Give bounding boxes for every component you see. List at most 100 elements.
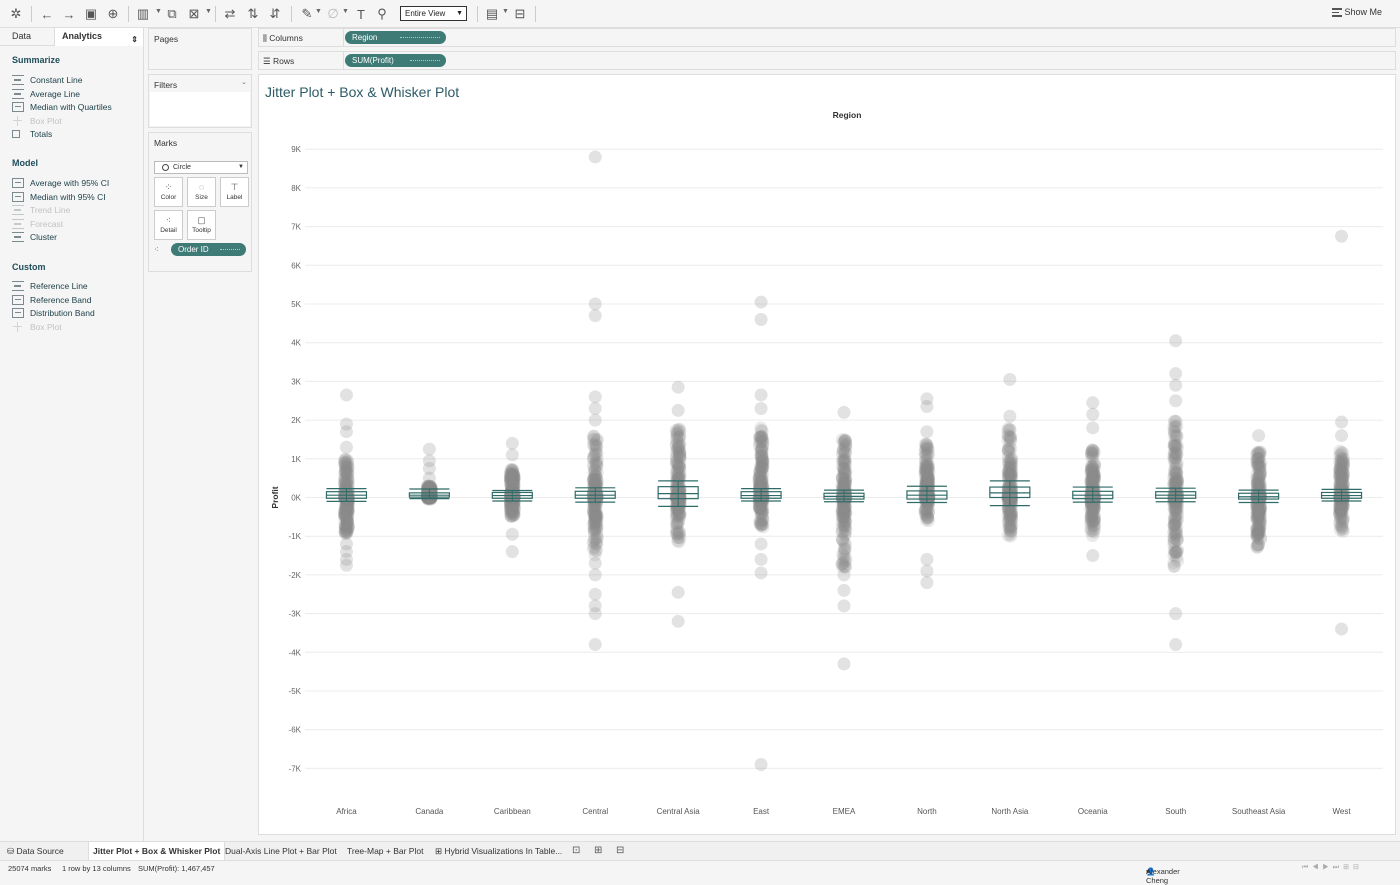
data-point[interactable] xyxy=(339,558,353,572)
data-point[interactable] xyxy=(836,448,850,462)
show-me-button[interactable]: Show Me xyxy=(1344,7,1382,17)
swap-icon[interactable]: ⇄ xyxy=(220,4,240,24)
analytics-item[interactable]: Constant Line xyxy=(12,74,82,86)
data-point[interactable] xyxy=(1005,454,1019,468)
tooltip-button[interactable]: ▢ Tooltip xyxy=(187,210,216,240)
redo-icon[interactable]: → xyxy=(59,4,79,24)
data-point[interactable] xyxy=(1169,378,1183,392)
data-point[interactable] xyxy=(1086,421,1100,435)
data-point[interactable] xyxy=(589,536,603,550)
data-point[interactable] xyxy=(1003,372,1017,386)
data-point[interactable] xyxy=(837,599,851,613)
sheet-tab[interactable]: Jitter Plot + Box & Whisker Plot xyxy=(88,842,226,861)
pages-card[interactable]: Pages xyxy=(148,28,252,70)
data-point[interactable] xyxy=(837,405,851,419)
data-point[interactable] xyxy=(1001,442,1015,456)
data-point[interactable] xyxy=(838,528,852,542)
data-point[interactable] xyxy=(920,440,934,454)
data-point[interactable] xyxy=(588,568,602,582)
data-point[interactable] xyxy=(836,501,850,515)
data-point[interactable] xyxy=(1169,447,1183,461)
series-east[interactable] xyxy=(752,295,770,772)
data-point[interactable] xyxy=(340,512,354,526)
data-point[interactable] xyxy=(588,587,602,601)
filters-drop-area[interactable] xyxy=(150,92,250,126)
data-point[interactable] xyxy=(671,515,685,529)
series-oceania[interactable] xyxy=(1084,396,1102,563)
data-point[interactable] xyxy=(587,504,601,518)
color-button[interactable]: ⁘ Color xyxy=(154,177,183,207)
data-point[interactable] xyxy=(338,456,352,470)
order-id-pill[interactable]: Order ID xyxy=(171,243,246,256)
viz-canvas[interactable]: Region 9K 8K 7K 6K 5K 4K 3K 2K 1K 0K -1K -2K -3K -4K -5… xyxy=(258,74,1396,835)
show-labels-icon[interactable]: T xyxy=(351,4,371,24)
rows-shelf[interactable]: ☰ Rows SUM(Profit) xyxy=(258,51,1396,70)
data-point[interactable] xyxy=(1004,508,1018,522)
data-point[interactable] xyxy=(671,380,685,394)
data-point[interactable] xyxy=(755,456,769,470)
analytics-item[interactable]: Totals xyxy=(12,128,52,140)
pin-icon[interactable]: ⚲ xyxy=(372,4,392,24)
label-button[interactable]: ⊤ Label xyxy=(220,177,249,207)
data-point[interactable] xyxy=(1335,429,1349,443)
duplicate-sheet-icon[interactable]: ⧉ xyxy=(162,4,182,24)
data-point[interactable] xyxy=(754,537,768,551)
data-point[interactable] xyxy=(1169,394,1183,408)
data-point[interactable] xyxy=(836,556,850,570)
data-point[interactable] xyxy=(837,461,851,475)
chevron-updown-icon[interactable]: ⇕ xyxy=(131,31,138,48)
new-story-icon[interactable]: ⊟ xyxy=(616,845,624,856)
data-point[interactable] xyxy=(1086,396,1100,410)
undo-icon[interactable]: ← xyxy=(37,4,57,24)
data-point[interactable] xyxy=(1334,502,1348,516)
data-point[interactable] xyxy=(1335,622,1349,636)
data-point[interactable] xyxy=(1251,508,1265,522)
data-point[interactable] xyxy=(754,758,768,772)
show-cards-icon[interactable]: ▤ xyxy=(482,4,502,24)
data-point[interactable] xyxy=(672,423,686,437)
data-point[interactable] xyxy=(588,390,602,404)
data-point[interactable] xyxy=(839,435,853,449)
data-point[interactable] xyxy=(422,442,436,456)
series-emea[interactable] xyxy=(835,405,853,671)
data-point[interactable] xyxy=(504,470,518,484)
data-point[interactable] xyxy=(1170,473,1184,487)
data-point[interactable] xyxy=(505,436,519,450)
region-pill[interactable]: Region xyxy=(345,31,446,44)
analytics-item[interactable]: Cluster xyxy=(12,231,57,243)
data-source-tab[interactable]: ⛁ Data Source xyxy=(3,842,68,861)
data-point[interactable] xyxy=(505,527,519,541)
data-point[interactable] xyxy=(1084,450,1098,464)
analytics-item[interactable]: Reference Band xyxy=(12,294,91,306)
data-point[interactable] xyxy=(339,440,353,454)
data-point[interactable] xyxy=(754,467,768,481)
sheet-tab[interactable]: ⊞ Hybrid Visualizations In Table... xyxy=(431,842,566,861)
chevron-down-icon[interactable]: ▼ xyxy=(205,8,212,15)
data-point[interactable] xyxy=(837,583,851,597)
data-point[interactable] xyxy=(1251,540,1265,554)
sheet-tab[interactable]: Tree-Map + Bar Plot xyxy=(343,842,427,861)
data-point[interactable] xyxy=(919,490,933,504)
data-point[interactable] xyxy=(588,638,602,652)
data-point[interactable] xyxy=(920,425,934,439)
data-point[interactable] xyxy=(588,413,602,427)
analytics-item[interactable]: Average Line xyxy=(12,88,80,100)
chevron-down-icon[interactable]: ▼ xyxy=(155,8,162,15)
chevron-down-icon[interactable]: ⌄ xyxy=(241,78,247,86)
data-point[interactable] xyxy=(671,614,685,628)
data-point[interactable] xyxy=(754,388,768,402)
group-icon[interactable]: ∅ xyxy=(323,4,343,24)
tab-data[interactable]: Data xyxy=(0,28,54,46)
new-worksheet-icon[interactable]: ▥ xyxy=(133,4,153,24)
sheet-tab[interactable]: Dual-Axis Line Plot + Bar Plot xyxy=(221,842,341,861)
data-point[interactable] xyxy=(671,403,685,417)
data-point[interactable] xyxy=(588,309,602,323)
new-data-source-icon[interactable]: ⊕ xyxy=(103,4,123,24)
detail-button[interactable]: ⁖ Detail xyxy=(154,210,183,240)
size-button[interactable]: ◌ Size xyxy=(187,177,216,207)
analytics-item[interactable]: Median with Quartiles xyxy=(12,101,112,113)
data-point[interactable] xyxy=(588,607,602,621)
data-point[interactable] xyxy=(339,475,353,489)
data-point[interactable] xyxy=(588,150,602,164)
data-point[interactable] xyxy=(422,471,436,485)
